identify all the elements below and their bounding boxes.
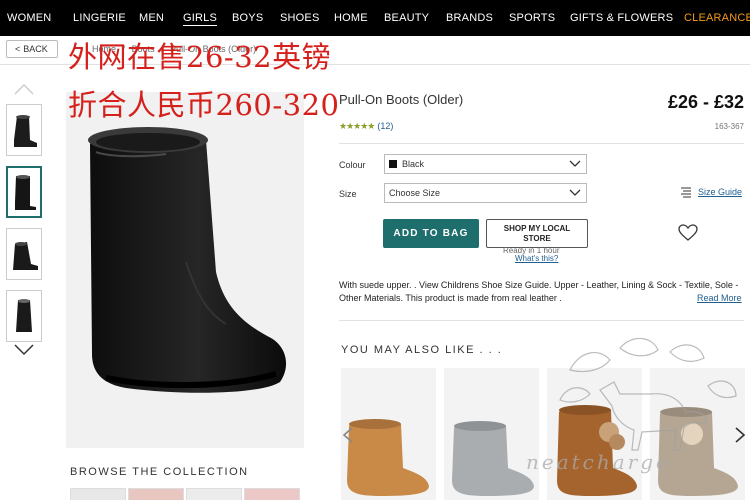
- collection-thumbnail[interactable]: [244, 488, 300, 500]
- nav-girls[interactable]: GIRLS: [183, 12, 218, 26]
- nav-clearance[interactable]: CLEARANCE: [684, 12, 750, 24]
- nav-sports[interactable]: SPORTS: [509, 12, 555, 24]
- read-more-link[interactable]: Read More: [697, 293, 742, 303]
- nav-brands[interactable]: BRANDS: [446, 12, 493, 24]
- nav-home[interactable]: HOME: [334, 12, 368, 24]
- chevron-down-icon: [569, 160, 581, 167]
- collection-thumbnail[interactable]: [70, 488, 126, 500]
- chevron-left-icon[interactable]: [342, 426, 354, 444]
- back-label: BACK: [23, 44, 48, 54]
- chevron-up-icon[interactable]: [13, 82, 35, 96]
- info-divider: [339, 143, 744, 144]
- shop-local-label-line-1: SHOP MY LOCAL: [503, 224, 571, 233]
- boot-thumbnail-image: [13, 242, 38, 270]
- nav-shoes[interactable]: SHOES: [280, 12, 320, 24]
- product-description: With suede upper. . View Childrens Shoe …: [339, 280, 739, 303]
- size-placeholder: Choose Size: [389, 188, 441, 198]
- product-price: £26 - £32: [667, 92, 744, 112]
- collection-thumbnail[interactable]: [128, 488, 184, 500]
- price-overlay-line-2: 折合人民币260-320: [68, 88, 340, 122]
- recommendation-card[interactable]: [341, 368, 436, 500]
- review-count[interactable]: (12): [377, 121, 393, 131]
- product-thumbnail-selected[interactable]: [6, 166, 42, 218]
- product-thumbnail[interactable]: [6, 228, 42, 280]
- you-may-also-like-heading: YOU MAY ALSO LIKE . . .: [341, 344, 503, 356]
- ruler-icon: [681, 187, 691, 198]
- watermark-text: neatcharge: [526, 450, 671, 474]
- boot-thumbnail-image: [14, 115, 37, 147]
- size-guide-link[interactable]: Size Guide: [680, 186, 742, 198]
- grey-boot-image: [452, 421, 534, 496]
- nav-boys[interactable]: BOYS: [232, 12, 263, 24]
- colour-label: Colour: [339, 160, 366, 170]
- product-code: 163-367: [714, 122, 744, 131]
- recommendation-card[interactable]: [444, 368, 539, 500]
- colour-select[interactable]: Black: [384, 154, 587, 174]
- size-label: Size: [339, 189, 357, 199]
- nav-lingerie[interactable]: LINGERIE: [73, 12, 126, 24]
- size-select[interactable]: Choose Size: [384, 183, 587, 203]
- star-rating-icon: ★★★★★: [339, 121, 375, 131]
- description-divider: [339, 320, 744, 321]
- product-rating[interactable]: ★★★★★ (12): [339, 121, 393, 132]
- size-guide-label: Size Guide: [698, 187, 743, 197]
- add-to-bag-button[interactable]: ADD TO BAG: [383, 219, 479, 248]
- nav-women[interactable]: WOMEN: [7, 12, 51, 24]
- whats-this-link[interactable]: What's this?: [515, 254, 558, 263]
- heart-icon[interactable]: [678, 224, 698, 242]
- colour-value: Black: [402, 159, 425, 169]
- shop-local-label-line-2: STORE: [523, 234, 551, 243]
- back-button[interactable]: < BACK: [6, 40, 58, 58]
- top-navigation: WOMEN LINGERIE MEN GIRLS BOYS SHOES HOME…: [0, 0, 750, 36]
- nav-gifts-flowers[interactable]: GIFTS & FLOWERS: [570, 12, 673, 24]
- shop-local-store-button[interactable]: SHOP MY LOCAL STORE: [486, 219, 588, 248]
- price-overlay-line-1: 外网在售26-32英镑: [68, 40, 332, 74]
- boot-thumbnail-image: [15, 175, 36, 210]
- collection-thumbnail[interactable]: [186, 488, 242, 500]
- boot-thumbnail-image: [16, 299, 32, 332]
- product-title: Pull-On Boots (Older): [339, 92, 464, 107]
- nav-men[interactable]: MEN: [139, 12, 164, 24]
- product-thumbnail[interactable]: [6, 290, 42, 342]
- tan-boot-image: [347, 419, 429, 496]
- browse-collection-heading: BROWSE THE COLLECTION: [70, 466, 249, 478]
- nav-beauty[interactable]: BEAUTY: [384, 12, 429, 24]
- fox-watermark-icon: [559, 337, 737, 451]
- product-thumbnail[interactable]: [6, 104, 42, 156]
- chevron-down-icon: [569, 189, 581, 196]
- chevron-down-icon[interactable]: [13, 343, 35, 357]
- black-boot-image: [88, 127, 287, 393]
- colour-swatch-icon: [389, 160, 397, 168]
- chevron-left-icon: <: [15, 44, 21, 54]
- main-product-image[interactable]: [66, 92, 304, 448]
